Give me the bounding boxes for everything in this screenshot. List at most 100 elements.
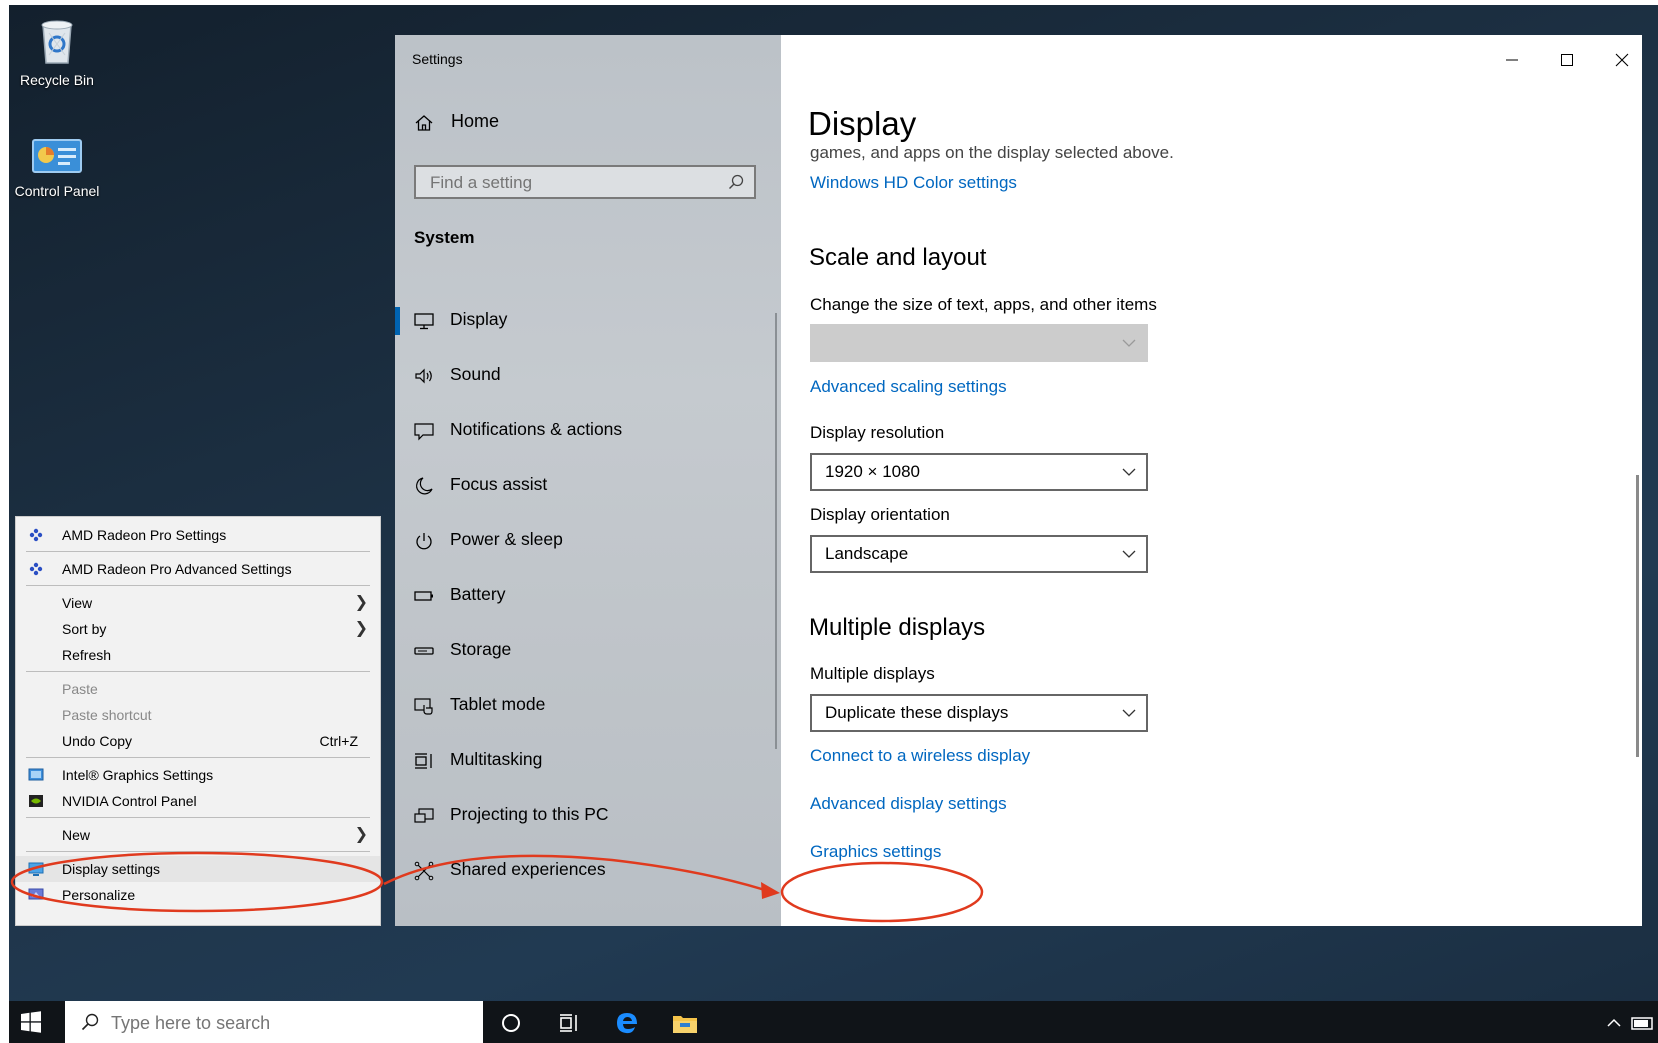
multiple-displays-dropdown-value: Duplicate these displays	[825, 703, 1009, 722]
menu-item-new[interactable]: New ❯	[16, 822, 380, 848]
multiple-displays-label: Multiple displays	[810, 664, 935, 683]
menu-item-label: View	[62, 595, 93, 611]
menu-item-sort-by[interactable]: Sort by ❯	[16, 616, 380, 642]
menu-item-label: Paste	[62, 681, 98, 697]
advanced-display-settings-link[interactable]: Advanced display settings	[810, 794, 1007, 814]
nav-item-multitasking[interactable]: Multitasking	[395, 737, 781, 783]
graphics-settings-link[interactable]: Graphics settings	[810, 842, 941, 862]
file-explorer-icon[interactable]	[671, 1009, 699, 1037]
system-tray-icons[interactable]	[1604, 1013, 1654, 1033]
minimize-icon[interactable]	[1492, 45, 1532, 75]
nav-home-label: Home	[451, 111, 500, 131]
chevron-down-icon	[1122, 709, 1136, 717]
nav-group-system: System	[414, 228, 475, 247]
menu-item-label: Refresh	[62, 647, 112, 663]
amd-radeon-icon	[29, 562, 43, 576]
nav-item-focus-assist[interactable]: Focus assist	[395, 462, 781, 508]
menu-item-intel-graphics[interactable]: Intel® Graphics Settings	[16, 762, 380, 788]
orientation-dropdown[interactable]: Landscape	[810, 535, 1148, 573]
page-title: Display	[808, 105, 917, 142]
menu-separator	[26, 585, 370, 586]
scale-layout-heading: Scale and layout	[809, 244, 987, 271]
cortana-icon[interactable]	[497, 1009, 525, 1037]
connect-wireless-display-link[interactable]: Connect to a wireless display	[810, 746, 1030, 766]
menu-separator	[26, 851, 370, 852]
orientation-label: Display orientation	[810, 505, 950, 524]
nav-item-label: Focus assist	[450, 474, 548, 494]
desktop-context-menu: AMD Radeon Pro Settings AMD Radeon Pro A…	[15, 516, 381, 926]
menu-item-undo-copy[interactable]: Undo Copy Ctrl+Z	[16, 728, 380, 754]
hdr-description: games, and apps on the display selected …	[810, 143, 1174, 162]
chevron-right-icon: ❯	[354, 594, 368, 611]
multitasking-icon	[415, 753, 432, 769]
nav-item-label: Projecting to this PC	[450, 804, 609, 824]
advanced-scaling-link[interactable]: Advanced scaling settings	[810, 377, 1007, 397]
control-panel-label: Control Panel	[14, 183, 100, 199]
menu-item-label: NVIDIA Control Panel	[62, 793, 197, 809]
multiple-displays-dropdown[interactable]: Duplicate these displays	[810, 694, 1148, 732]
settings-search-input[interactable]	[428, 171, 722, 195]
shared-experiences-icon	[414, 861, 434, 881]
chevron-down-icon	[1122, 339, 1136, 347]
nav-item-storage[interactable]: Storage	[395, 627, 781, 673]
menu-item-label: Paste shortcut	[62, 707, 152, 723]
menu-item-label: AMD Radeon Pro Settings	[62, 527, 227, 543]
nav-item-battery[interactable]: Battery	[395, 572, 781, 618]
nav-item-label: Power & sleep	[450, 529, 563, 549]
nav-item-notifications[interactable]: Notifications & actions	[395, 407, 781, 453]
menu-item-view[interactable]: View ❯	[16, 590, 380, 616]
menu-item-paste-shortcut: Paste shortcut	[16, 702, 380, 728]
orientation-dropdown-value: Landscape	[825, 544, 909, 563]
content-scrollbar[interactable]	[1636, 475, 1639, 757]
menu-item-display-settings[interactable]: Display settings	[16, 856, 380, 882]
nav-item-label: Tablet mode	[450, 694, 546, 714]
taskbar-search-input[interactable]	[109, 1011, 453, 1035]
home-icon	[415, 115, 433, 131]
settings-search-box[interactable]	[414, 165, 756, 199]
menu-item-refresh[interactable]: Refresh	[16, 642, 380, 668]
nav-home[interactable]: Home	[412, 103, 772, 143]
close-icon[interactable]	[1602, 45, 1642, 75]
windows-hd-color-link[interactable]: Windows HD Color settings	[810, 173, 1017, 193]
nav-item-power-sleep[interactable]: Power & sleep	[395, 517, 781, 563]
menu-item-amd-radeon-advanced[interactable]: AMD Radeon Pro Advanced Settings	[16, 556, 380, 582]
nvidia-icon	[29, 795, 43, 807]
tablet-mode-icon	[414, 698, 433, 715]
menu-item-personalize[interactable]: Personalize	[16, 882, 380, 908]
search-icon	[81, 1013, 99, 1031]
scale-dropdown	[810, 324, 1148, 362]
maximize-icon[interactable]	[1547, 45, 1587, 75]
nav-item-tablet-mode[interactable]: Tablet mode	[395, 682, 781, 728]
menu-item-label: Sort by	[62, 621, 107, 637]
settings-content-pane: Display games, and apps on the display s…	[781, 35, 1642, 926]
storage-icon	[414, 647, 434, 655]
multiple-displays-heading: Multiple displays	[809, 614, 986, 641]
monitor-icon	[414, 313, 434, 330]
resolution-dropdown[interactable]: 1920 × 1080	[810, 453, 1148, 491]
recycle-bin-shortcut[interactable]: Recycle Bin	[12, 15, 102, 88]
personalize-icon	[28, 888, 44, 900]
menu-separator	[26, 671, 370, 672]
nav-item-shared-experiences[interactable]: Shared experiences	[395, 847, 781, 893]
scale-label: Change the size of text, apps, and other…	[810, 295, 1157, 314]
control-panel-shortcut[interactable]: Control Panel	[12, 138, 102, 199]
edge-browser-icon[interactable]	[613, 1009, 641, 1037]
display-settings-icon	[28, 862, 44, 876]
taskbar-search-box[interactable]	[65, 1001, 483, 1043]
taskbar	[9, 1001, 1658, 1043]
nav-item-display[interactable]: Display	[395, 297, 781, 343]
menu-item-nvidia-control-panel[interactable]: NVIDIA Control Panel	[16, 788, 380, 814]
nav-item-label: Shared experiences	[450, 859, 606, 879]
task-view-icon[interactable]	[555, 1009, 583, 1037]
intel-graphics-icon	[28, 768, 44, 781]
windows-start-icon[interactable]	[19, 1010, 43, 1034]
desktop: Recycle Bin Control Panel AMD Radeon Pro…	[9, 5, 1658, 1043]
search-icon	[729, 174, 744, 189]
settings-window: Settings Home System	[395, 35, 1642, 926]
notification-icon	[414, 423, 434, 441]
chevron-down-icon	[1122, 468, 1136, 476]
nav-item-sound[interactable]: Sound	[395, 352, 781, 398]
menu-item-amd-radeon-settings[interactable]: AMD Radeon Pro Settings	[16, 522, 380, 548]
nav-scrollbar[interactable]	[775, 313, 777, 749]
nav-item-projecting[interactable]: Projecting to this PC	[395, 792, 781, 838]
